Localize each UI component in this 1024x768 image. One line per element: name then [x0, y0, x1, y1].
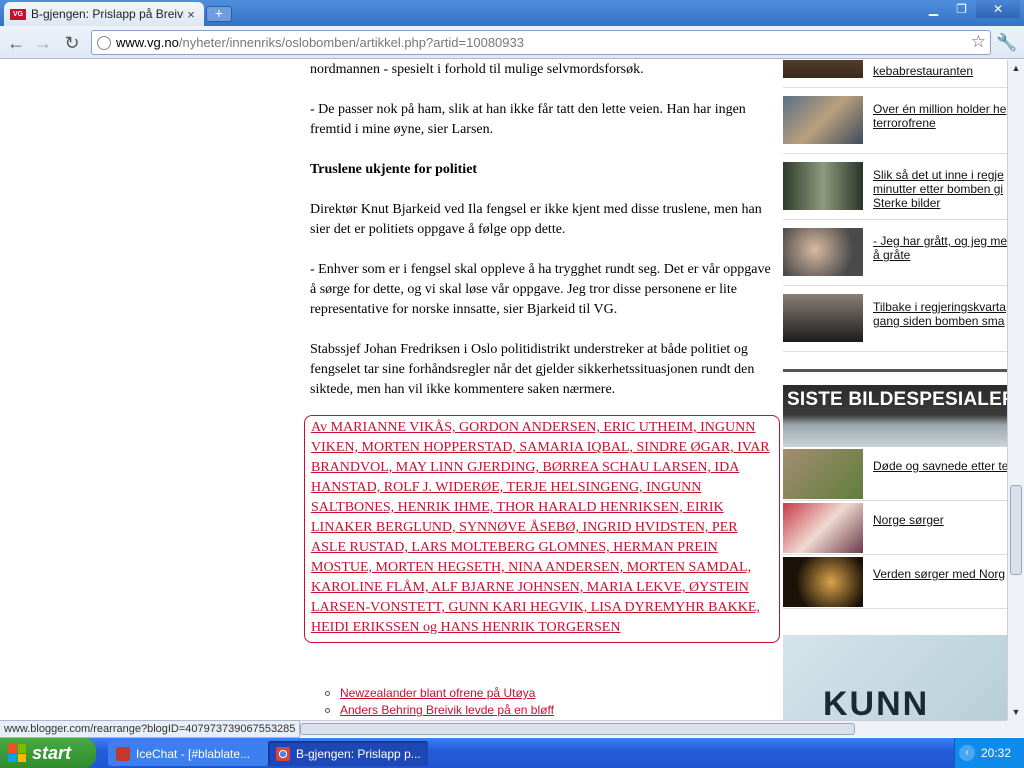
browser-tab-active[interactable]: VG B-gjengen: Prislapp på Breivik ×: [4, 2, 204, 26]
restore-icon[interactable]: ❐: [948, 0, 975, 18]
sidebar-news-item[interactable]: kebabrestauranten: [783, 60, 1007, 88]
status-bar: www.blogger.com/rearrange?blogID=4079737…: [0, 720, 300, 738]
vertical-scrollbar[interactable]: ▲ ▼: [1007, 60, 1024, 720]
sidebar: kebabrestauranten Over én million holder…: [783, 60, 1007, 720]
sidebar-photo-item[interactable]: Verden sørger med Norg: [783, 555, 1007, 609]
article-paragraph: Direktør Knut Bjarkeid ved Ila fengsel e…: [310, 202, 762, 237]
start-button[interactable]: start: [0, 738, 96, 768]
clock: 20:32: [981, 746, 1012, 760]
page-viewport: nordmannen - spesielt i forhold til muli…: [0, 60, 1007, 720]
sidebar-photo-link[interactable]: Norge sørger: [873, 513, 944, 527]
start-label: start: [32, 742, 72, 763]
byline-authors-link[interactable]: Av MARIANNE VIKÅS, GORDON ANDERSEN, ERIC…: [304, 415, 780, 643]
article-body: nordmannen - spesielt i forhold til muli…: [310, 60, 780, 420]
window-close-icon[interactable]: ✕: [976, 0, 1020, 18]
photo-thumbnail: [783, 503, 863, 553]
system-tray: ‹ 20:32: [954, 738, 1024, 768]
minimize-icon[interactable]: ▁: [920, 0, 947, 18]
photo-special-banner[interactable]: SISTE BILDESPESIALER: [783, 385, 1007, 447]
sidebar-news-link[interactable]: kebabrestauranten: [873, 64, 1007, 78]
sidebar-photo-item[interactable]: Norge sørger: [783, 501, 1007, 555]
icechat-icon: [116, 746, 130, 761]
sidebar-divider: [783, 369, 1007, 372]
taskbar-item-label: IceChat - [#blablate...: [136, 746, 251, 761]
bullet-icon: [325, 708, 330, 713]
sidebar-photo-link[interactable]: Døde og savnede etter te: [873, 459, 1007, 473]
related-article-link[interactable]: Newzealander blant ofrene på Utøya: [340, 685, 535, 702]
news-thumbnail: [783, 294, 863, 342]
url-host: www.vg.no: [116, 35, 179, 50]
tab-close-icon[interactable]: ×: [184, 7, 198, 22]
sidebar-photo-item[interactable]: Døde og savnede etter te: [783, 447, 1007, 501]
taskbar-item-icechat[interactable]: IceChat - [#blablate...: [108, 741, 268, 766]
new-tab-button[interactable]: +: [206, 6, 232, 22]
horizontal-scrollbar[interactable]: [300, 720, 1007, 737]
scroll-down-icon[interactable]: ▼: [1008, 704, 1024, 720]
list-item: Anders Behring Breivik levde på en bløff: [325, 702, 554, 719]
article-paragraph: - Enhver som er i fengsel skal oppleve å…: [310, 262, 771, 317]
windows-taskbar: start IceChat - [#blablate... B-gjengen:…: [0, 738, 1024, 768]
address-bar[interactable]: www.vg.no/nyheter/innenriks/oslobomben/a…: [91, 30, 991, 55]
url-text: www.vg.no/nyheter/innenriks/oslobomben/a…: [116, 35, 524, 50]
sidebar-news-link[interactable]: Over én million holder he terrorofrene: [873, 102, 1007, 132]
ad-text: KUNN: [823, 685, 930, 720]
taskbar-item-label: B-gjengen: Prislapp p...: [296, 746, 421, 761]
vertical-scroll-thumb[interactable]: [1010, 485, 1022, 575]
advertisement[interactable]: KUNN: [783, 635, 1007, 720]
browser-toolbar: ← → ↻ www.vg.no/nyheter/innenriks/oslobo…: [0, 26, 1024, 59]
globe-icon: [97, 36, 111, 50]
reload-icon[interactable]: ↻: [61, 32, 83, 54]
chrome-icon: [276, 746, 290, 761]
article-paragraph: - De passer nok på ham, slik at han ikke…: [310, 102, 746, 137]
scrollbar-corner: [1007, 720, 1024, 737]
wrench-menu-icon[interactable]: 🔧: [996, 33, 1017, 53]
banner-title: SISTE BILDESPESIALER: [787, 389, 1007, 410]
tray-expand-icon[interactable]: ‹: [959, 745, 975, 761]
sidebar-news-link[interactable]: Slik så det ut inne i regje minutter ett…: [873, 168, 1007, 212]
sidebar-news-item[interactable]: Over én million holder he terrorofrene: [783, 92, 1007, 154]
sidebar-photo-link[interactable]: Verden sørger med Norg: [873, 567, 1005, 581]
news-thumbnail: [783, 60, 863, 78]
sidebar-news-link[interactable]: Tilbake i regjeringskvarta gang siden bo…: [873, 300, 1007, 330]
vg-favicon-icon: VG: [10, 8, 26, 20]
url-path: /nyheter/innenriks/oslobomben/artikkel.p…: [178, 35, 524, 50]
article-subheading: Truslene ukjente for politiet: [310, 162, 478, 177]
sidebar-news-item[interactable]: Slik så det ut inne i regje minutter ett…: [783, 158, 1007, 220]
windows-flag-icon: [8, 744, 26, 762]
article-paragraph: Stabssjef Johan Fredriksen i Oslo politi…: [310, 342, 755, 397]
back-arrow-icon[interactable]: ←: [5, 32, 27, 54]
scroll-up-icon[interactable]: ▲: [1008, 60, 1024, 76]
related-articles-list: Newzealander blant ofrene på Utøya Ander…: [325, 685, 554, 719]
bullet-icon: [325, 691, 330, 696]
article-paragraph: nordmannen - spesielt i forhold til muli…: [310, 62, 644, 77]
sidebar-news-item[interactable]: - Jeg har grått, og jeg me å gråte: [783, 224, 1007, 286]
sidebar-news-item[interactable]: Tilbake i regjeringskvarta gang siden bo…: [783, 290, 1007, 352]
horizontal-scroll-thumb[interactable]: [300, 723, 855, 735]
bookmark-star-icon[interactable]: ☆: [971, 32, 986, 52]
taskbar-item-chrome[interactable]: B-gjengen: Prislapp p...: [268, 741, 428, 766]
news-thumbnail: [783, 96, 863, 144]
photo-thumbnail: [783, 557, 863, 607]
sidebar-news-link[interactable]: - Jeg har grått, og jeg me å gråte: [873, 234, 1007, 264]
list-item: Newzealander blant ofrene på Utøya: [325, 685, 554, 702]
forward-arrow-icon[interactable]: →: [32, 32, 54, 54]
tab-title: B-gjengen: Prislapp på Breivik: [31, 7, 184, 21]
window-controls: ▁ ❐ ✕: [919, 0, 1020, 18]
browser-titlebar: VG B-gjengen: Prislapp på Breivik × + ▁ …: [0, 0, 1024, 26]
news-thumbnail: [783, 162, 863, 210]
related-article-link[interactable]: Anders Behring Breivik levde på en bløff: [340, 702, 554, 719]
news-thumbnail: [783, 228, 863, 276]
photo-thumbnail: [783, 449, 863, 499]
